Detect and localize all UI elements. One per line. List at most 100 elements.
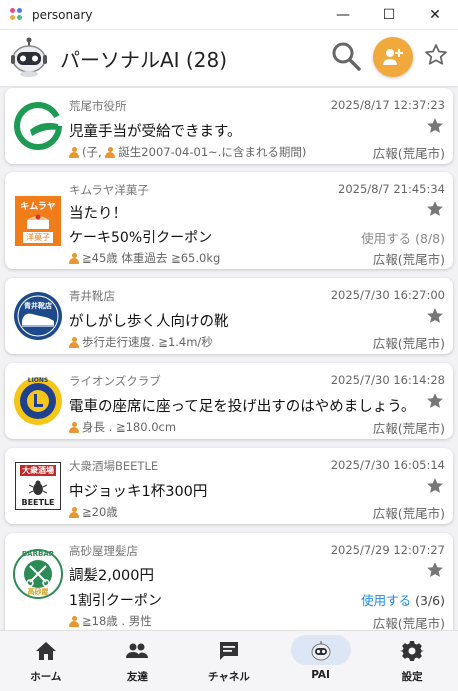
add-user-button[interactable]: [373, 37, 413, 77]
nav-channel[interactable]: チャネル: [183, 631, 275, 691]
person-icon: [69, 146, 79, 158]
favorite-star-icon[interactable]: [423, 42, 449, 68]
logo-text: BEETLE: [21, 498, 55, 507]
person-icon: [69, 615, 79, 627]
condition-text: 身長 . ≧180.0cm: [69, 419, 176, 435]
logo-text: LIONS: [27, 377, 49, 384]
nav-label: ホーム: [30, 671, 62, 683]
star-icon[interactable]: [425, 560, 445, 580]
message-text: 当たり！: [69, 206, 127, 222]
message-text: 中ジョッキ1杯300円: [69, 484, 208, 500]
list-item[interactable]: 大衆酒場 BEETLE 大衆酒場BEETLE 2025/7/30 16:05:1…: [5, 448, 453, 524]
message-text: がしがし歩く人向けの靴: [69, 314, 229, 330]
add-person-icon: [383, 49, 403, 65]
logo-text: キムラヤ: [20, 202, 56, 212]
condition-text: ≧18歳 . 男性: [69, 613, 152, 629]
nav-pai[interactable]: PAI: [275, 631, 367, 691]
timestamp: 2025/7/30 16:05:14: [330, 458, 445, 472]
person-icon: [69, 421, 79, 433]
sender-name: 青井靴店: [69, 289, 115, 303]
nav-home[interactable]: ホーム: [0, 631, 92, 691]
home-icon: [34, 639, 58, 663]
nav-friends[interactable]: 友達: [92, 631, 184, 691]
sender-name: 高砂屋理髪店: [69, 544, 138, 558]
timestamp: 2025/8/7 21:45:34: [338, 182, 445, 196]
beetle-logo-icon: 大衆酒場 BEETLE: [11, 459, 65, 513]
publisher-label: 広報(荒尾市): [372, 421, 445, 436]
coupon-text: 1割引クーポン: [69, 593, 162, 609]
use-coupon-status: 使用する (8/8): [361, 228, 445, 247]
logo-text: 洋菓子: [23, 232, 53, 243]
star-icon[interactable]: [425, 116, 445, 136]
kimuraya-logo-icon: キムラヤ 洋菓子: [11, 194, 65, 248]
close-button[interactable]: ✕: [412, 0, 458, 30]
message-text: 調髪2,000円: [69, 568, 155, 584]
gear-icon: [400, 639, 425, 663]
message-list[interactable]: 荒尾市役所 2025/8/17 12:37:23 児童手当が受給できます。 (子…: [0, 86, 458, 630]
star-icon[interactable]: [425, 476, 445, 496]
bottom-navigation: ホーム 友達 チャネル PAI 設定: [0, 630, 458, 691]
publisher-label: 広報(荒尾市): [372, 616, 445, 630]
person-icon: [69, 252, 79, 264]
city-logo-icon: [11, 99, 65, 153]
use-count: (3/6): [415, 593, 445, 608]
logo-text: 青井靴店: [24, 302, 52, 310]
condition-text: ≧20歳: [69, 504, 118, 520]
list-item[interactable]: キムラヤ 洋菓子 キムラヤ洋菓子 2025/8/7 21:45:34 当たり！ …: [5, 172, 453, 269]
nav-label: 友達: [126, 671, 148, 683]
star-icon[interactable]: [425, 199, 445, 219]
app-header: パーソナルAI (28): [0, 30, 458, 86]
sender-name: 荒尾市役所: [69, 99, 127, 113]
coupon-text: ケーキ50%引クーポン: [69, 230, 213, 246]
logo-text: BARBAR: [21, 550, 55, 558]
use-coupon-button[interactable]: 使用する: [361, 593, 411, 608]
timestamp: 2025/8/17 12:37:23: [330, 98, 445, 112]
person-icon: [69, 336, 79, 348]
message-text: 電車の座席に座って足を投げ出すのはやめましょう。: [69, 399, 416, 415]
minimize-button[interactable]: —: [320, 0, 366, 30]
use-count: (8/8): [415, 231, 445, 246]
list-item[interactable]: BARBAR 高砂屋 高砂屋理髪店 2025/7/29 12:07:27 調髪2…: [5, 533, 453, 630]
nav-label: 設定: [401, 671, 423, 683]
use-coupon-status: 使用する (3/6): [361, 590, 445, 609]
sender-name: キムラヤ洋菓子: [69, 183, 149, 197]
star-icon[interactable]: [425, 391, 445, 411]
robot-avatar-icon: [8, 37, 50, 79]
sender-name: ライオンズクラブ: [69, 374, 161, 388]
window-titlebar: personary — ☐ ✕: [0, 0, 458, 30]
list-item[interactable]: 青井靴店 青井靴店 2025/7/30 16:27:00 がしがし歩く人向けの靴…: [5, 278, 453, 354]
timestamp: 2025/7/30 16:14:28: [330, 373, 445, 387]
shoe-shop-logo-icon: 青井靴店: [11, 289, 65, 343]
window-title: personary: [32, 7, 93, 22]
condition-text: ≧45歳 体重過去 ≧65.0kg: [69, 250, 220, 266]
chat-icon: [217, 639, 241, 663]
person-icon: [69, 506, 79, 518]
sender-name: 大衆酒場BEETLE: [69, 459, 159, 473]
barber-logo-icon: BARBAR 高砂屋: [11, 547, 65, 601]
condition-text: 歩行走行速度. ≧1.4m/秒: [69, 334, 213, 350]
search-icon[interactable]: [330, 40, 362, 72]
timestamp: 2025/7/30 16:27:00: [330, 288, 445, 302]
logo-text: 高砂屋: [27, 588, 49, 596]
use-coupon-button[interactable]: 使用する: [361, 231, 411, 246]
condition-text: (子, 誕生2007-04-01~.に含まれる期間): [69, 144, 306, 160]
list-item[interactable]: 荒尾市役所 2025/8/17 12:37:23 児童手当が受給できます。 (子…: [5, 88, 453, 164]
person-icon: [105, 146, 116, 158]
publisher-label: 広報(荒尾市): [372, 336, 445, 351]
logo-text: 大衆酒場: [20, 465, 56, 476]
maximize-button[interactable]: ☐: [366, 0, 412, 30]
nav-label: チャネル: [208, 671, 250, 683]
publisher-label: 広報(荒尾市): [372, 146, 445, 161]
lions-logo-icon: LIONS: [11, 374, 65, 428]
nav-settings[interactable]: 設定: [366, 631, 458, 691]
people-icon: [125, 639, 149, 663]
nav-label: PAI: [311, 669, 330, 681]
page-title: パーソナルAI (28): [60, 47, 227, 72]
list-item[interactable]: LIONS ライオンズクラブ 2025/7/30 16:14:28 電車の座席に…: [5, 363, 453, 439]
publisher-label: 広報(荒尾市): [372, 506, 445, 521]
publisher-label: 広報(荒尾市): [372, 252, 445, 267]
timestamp: 2025/7/29 12:07:27: [330, 543, 445, 557]
app-icon: [10, 7, 24, 22]
star-icon[interactable]: [425, 306, 445, 326]
message-text: 児童手当が受給できます。: [69, 124, 242, 140]
